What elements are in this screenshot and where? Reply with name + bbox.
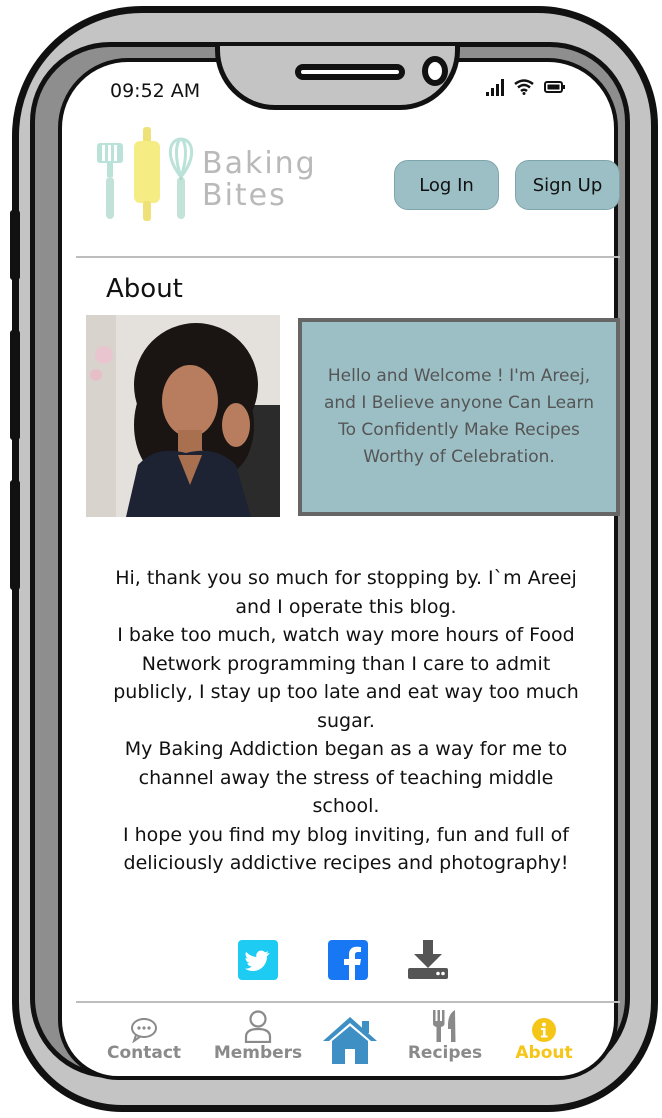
bio-line: publicly, I stay up too late and eat way… [113,681,579,703]
home-icon [323,1017,377,1064]
tab-home[interactable] [318,1005,382,1065]
bio-line: Network programming than I care to admit [141,652,551,675]
tab-label: About [515,1043,573,1063]
utensils-icon [433,1010,456,1042]
tab-label: Members [213,1043,303,1063]
status-icons [486,78,566,96]
user-icon [244,1010,272,1043]
bio-line: I bake too much, watch way more hours of… [117,624,575,646]
bio-line: sugar. [317,709,375,732]
bio-line: and I operate this blog. [235,595,457,618]
camera [422,56,448,86]
bio-text: Hi, thank you so much for stopping by. I… [86,564,606,878]
bio-line: channel away the stress of teaching midd… [138,766,554,789]
welcome-text: Hello and Welcome ! I'm Areej, and I Bel… [323,366,595,467]
battery-icon [544,81,565,93]
bio-line: Hi, thank you so much for stopping by. I… [115,567,577,589]
page-title: About [106,274,183,304]
tab-label: Contact [106,1043,182,1063]
volume-button [10,210,20,280]
power-button [10,480,20,590]
twitter-icon[interactable] [238,940,278,980]
brand-line1: Baking [202,146,317,181]
status-time: 09:52 AM [110,80,201,102]
tab-about[interactable]: About [510,1005,578,1063]
tab-contact[interactable]: Contact [104,1005,184,1063]
tab-recipes[interactable]: Recipes [400,1005,490,1063]
chat-icon [131,1018,157,1043]
facebook-icon[interactable] [328,940,368,980]
tabbar-divider [76,1001,620,1003]
welcome-card: Hello and Welcome ! I'm Areej, and I Bel… [298,318,620,516]
login-button[interactable]: Log In [394,160,499,210]
signup-button[interactable]: Sign Up [515,160,620,210]
volume-button [10,330,20,440]
brand-line2: Bites [202,178,287,213]
bio-line: I hope you find my blog inviting, fun an… [122,823,569,846]
speaker [295,64,405,80]
signal-icon [486,78,504,96]
bio-line: deliciously addictive recipes and photog… [123,852,569,874]
profile-photo [86,315,280,517]
wifi-icon [514,79,534,95]
download-icon[interactable] [406,940,450,980]
bio-line: school. [312,795,380,817]
header-divider [76,256,620,258]
tab-bar: Contact Members Recipes About [70,1005,620,1075]
tab-members[interactable]: Members [210,1005,306,1063]
tab-label: Recipes [407,1043,483,1063]
bio-line: My Baking Addiction began as a way for m… [124,738,568,760]
info-icon [532,1018,556,1042]
brand-name: Baking Bites [202,148,317,212]
